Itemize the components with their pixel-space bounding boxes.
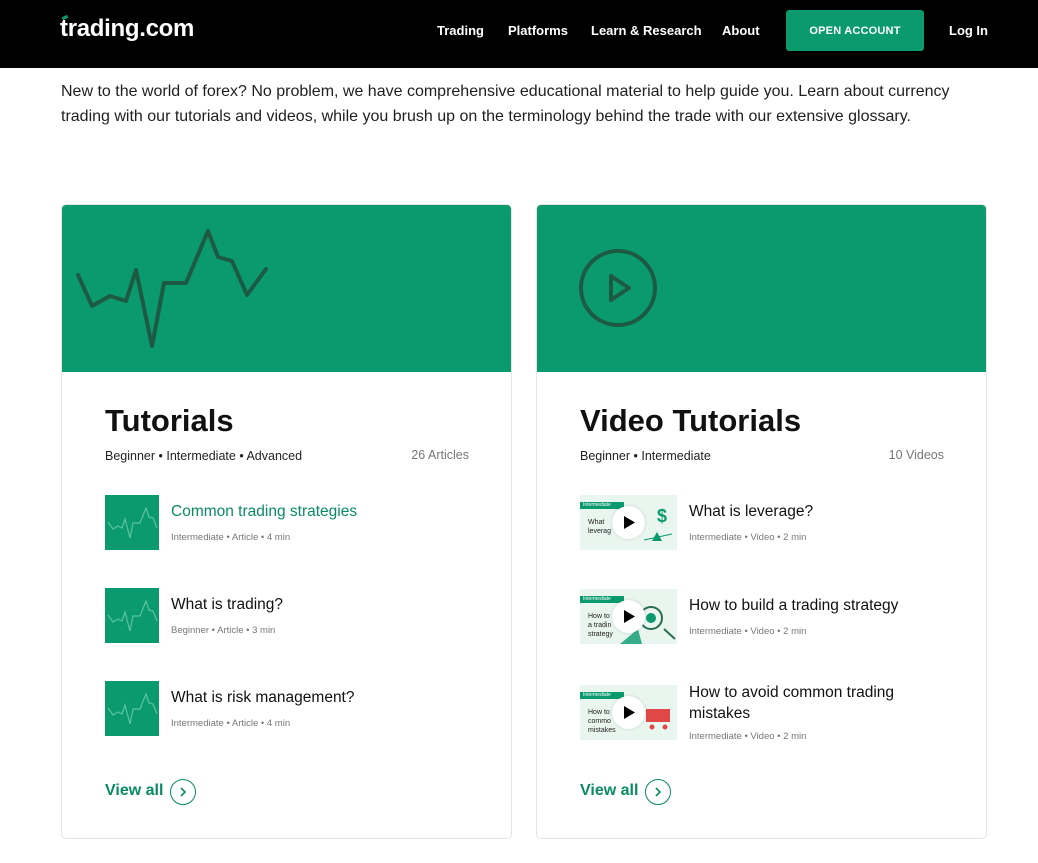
item-meta: Intermediate • Video • 2 min [689, 626, 807, 637]
video-tutorials-hero [537, 205, 986, 372]
chevron-right-icon [170, 779, 196, 805]
video-thumbnail[interactable]: Intermediate How to commo mistakes [580, 685, 677, 740]
tutorials-hero [62, 205, 511, 372]
view-all-label: View all [105, 782, 164, 799]
tutorials-title: Tutorials [105, 403, 234, 438]
video-tutorials-levels: Beginner • Intermediate [580, 449, 711, 463]
item-title[interactable]: How to build a trading strategy [689, 595, 979, 616]
top-nav: trading.com Trading Platforms Learn & Re… [0, 0, 1038, 68]
play-button-icon[interactable] [612, 696, 645, 729]
chart-thumbnail [105, 681, 159, 736]
item-meta: Intermediate • Video • 2 min [689, 731, 807, 742]
list-item[interactable]: What is trading? Beginner • Article • 3 … [105, 588, 485, 644]
item-title[interactable]: What is leverage? [689, 501, 979, 522]
nav-link-learn-research[interactable]: Learn & Research [591, 23, 702, 38]
line-chart-icon [107, 692, 158, 725]
video-thumbnail[interactable]: Intermediate What leverag $ [580, 495, 677, 550]
tutorials-count: 26 Articles [411, 448, 469, 462]
view-all-label: View all [580, 782, 639, 799]
item-title[interactable]: What is risk management? [171, 687, 461, 708]
line-chart-icon [107, 599, 158, 632]
chart-thumbnail [105, 495, 159, 550]
line-chart-icon [107, 506, 158, 539]
item-meta: Intermediate • Video • 2 min [689, 532, 807, 543]
item-title[interactable]: How to avoid common trading mistakes [689, 682, 959, 724]
nav-link-platforms[interactable]: Platforms [508, 23, 568, 38]
intro-paragraph: New to the world of forex? No problem, w… [61, 83, 950, 125]
play-button-icon[interactable] [612, 506, 645, 539]
nav-link-about[interactable]: About [722, 23, 760, 38]
play-button-icon[interactable] [612, 600, 645, 633]
list-item[interactable]: Intermediate How to commo mistakes How to … [580, 682, 960, 742]
chevron-right-icon [645, 779, 671, 805]
open-account-button[interactable]: OPEN ACCOUNT [786, 10, 924, 51]
site-logo[interactable]: trading.com [60, 15, 194, 43]
video-thumbnail[interactable]: Intermediate How to a tradin strategy [580, 589, 677, 644]
play-circle-icon [579, 249, 657, 327]
line-chart-icon [76, 229, 268, 348]
list-item[interactable]: Common trading strategies Intermediate •… [105, 495, 485, 551]
list-item[interactable]: Intermediate What leverag $ What is lever… [580, 495, 960, 551]
item-title[interactable]: What is trading? [171, 594, 461, 615]
tutorials-card: Tutorials Beginner • Intermediate • Adva… [61, 204, 512, 839]
list-item[interactable]: Intermediate How to a tradin strategy How … [580, 589, 960, 645]
item-meta: Intermediate • Article • 4 min [171, 532, 291, 543]
item-title[interactable]: Common trading strategies [171, 501, 461, 522]
item-meta: Beginner • Article • 3 min [171, 625, 276, 636]
list-item[interactable]: What is risk management? Intermediate • … [105, 681, 485, 737]
item-meta: Intermediate • Article • 4 min [171, 718, 291, 729]
video-tutorials-title: Video Tutorials [580, 403, 802, 438]
tutorials-levels: Beginner • Intermediate • Advanced [105, 449, 303, 463]
nav-link-trading[interactable]: Trading [437, 23, 484, 38]
login-link[interactable]: Log In [949, 23, 988, 38]
chart-thumbnail [105, 588, 159, 643]
video-tutorials-count: 10 Videos [888, 448, 944, 462]
video-tutorials-card: Video Tutorials Beginner • Intermediate … [536, 204, 987, 839]
svg-text:$: $ [657, 506, 667, 526]
